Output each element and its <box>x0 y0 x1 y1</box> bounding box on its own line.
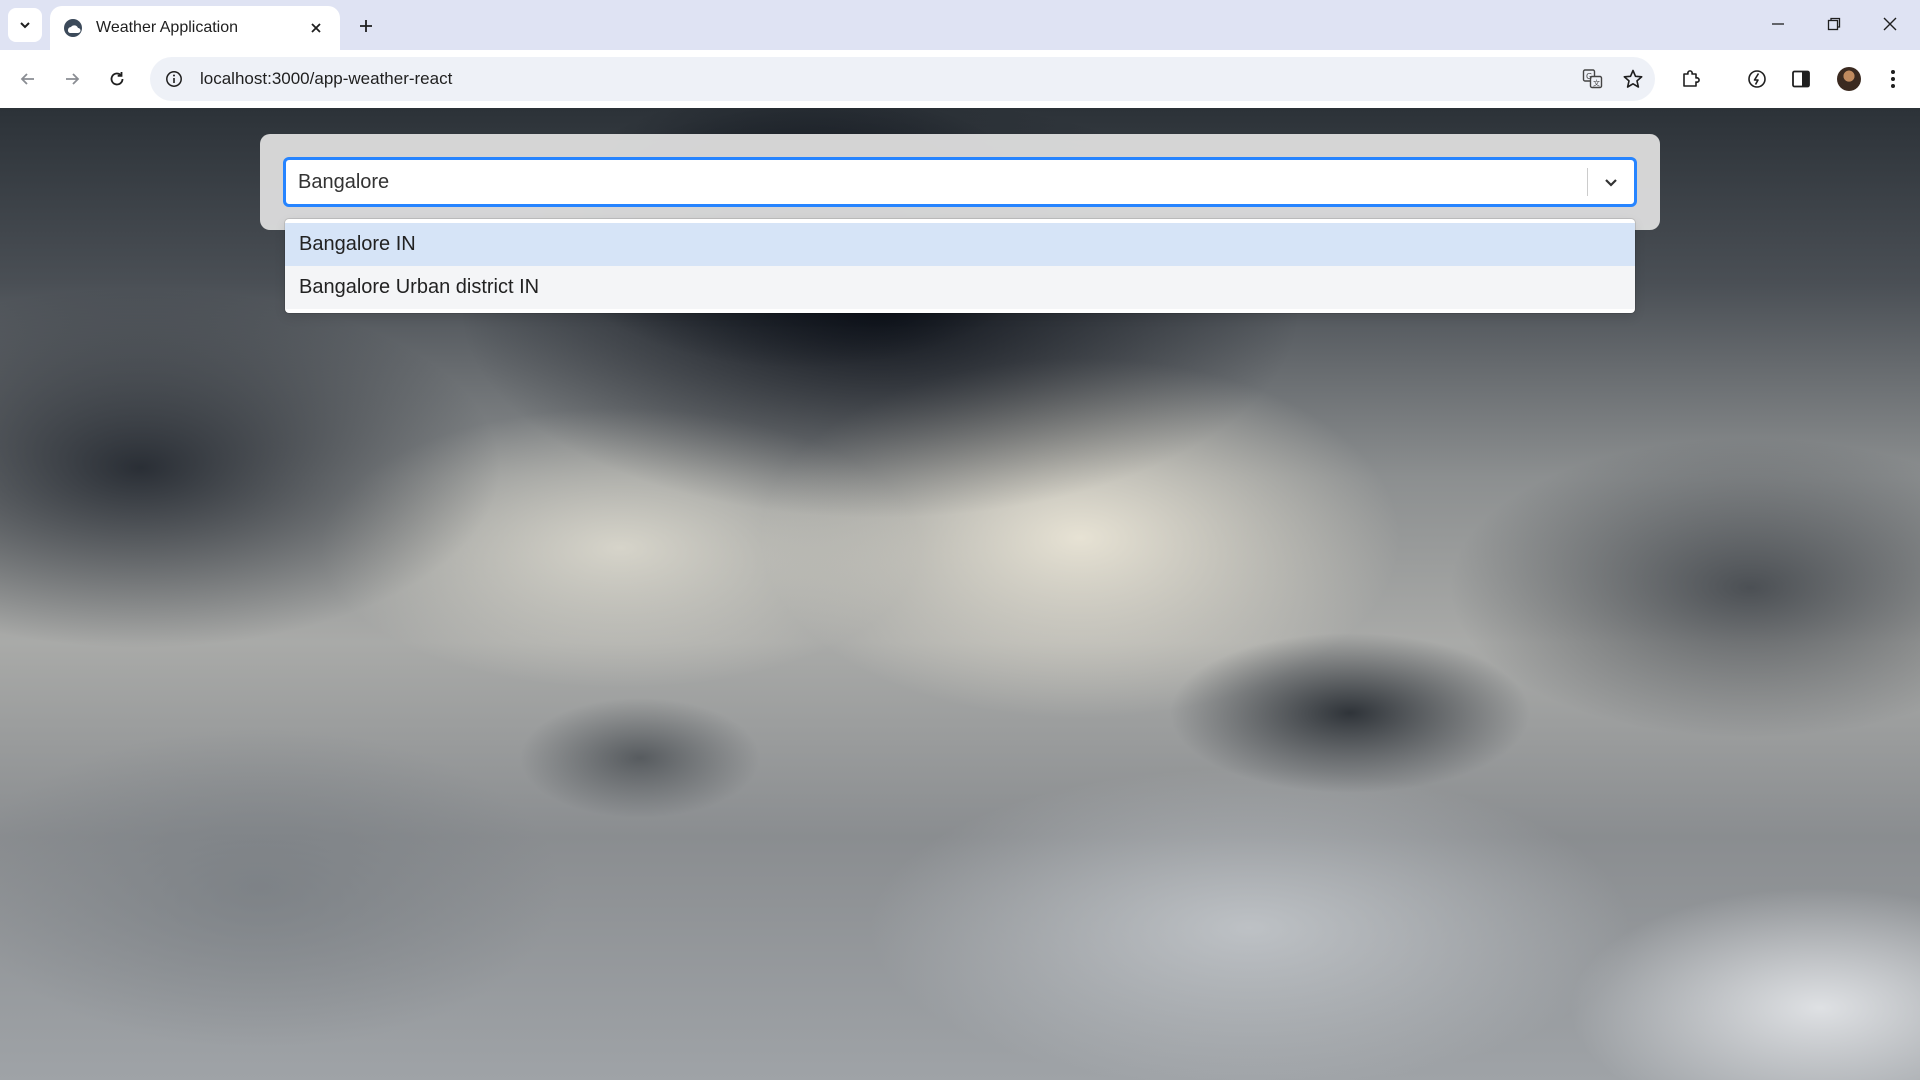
browser-menu-button[interactable] <box>1875 61 1911 97</box>
arrow-left-icon <box>20 73 34 85</box>
info-icon <box>166 71 182 87</box>
arrow-right-icon <box>66 73 80 85</box>
tab-close-button[interactable] <box>304 16 328 40</box>
cloud-icon <box>62 17 84 39</box>
svg-text:文: 文 <box>1593 79 1600 88</box>
url-text[interactable]: localhost:3000/app-weather-react <box>200 69 1575 89</box>
chevron-down-icon <box>1605 179 1617 187</box>
dropdown-indicator[interactable] <box>1588 160 1634 204</box>
minimize-icon <box>1772 23 1784 25</box>
svg-text:G: G <box>1586 72 1592 81</box>
address-bar[interactable]: localhost:3000/app-weather-react G文 <box>150 57 1655 101</box>
city-search-input[interactable] <box>286 160 1587 204</box>
tab-search-button[interactable] <box>8 8 42 42</box>
puzzle-icon <box>1683 70 1700 87</box>
close-icon <box>1883 17 1897 31</box>
plus-icon <box>360 20 372 32</box>
city-search-select[interactable] <box>284 158 1636 206</box>
restore-button[interactable] <box>1806 0 1862 48</box>
active-tab[interactable]: Weather Application <box>50 6 340 50</box>
close-icon <box>311 23 321 33</box>
reload-icon <box>110 72 124 86</box>
star-icon <box>1623 69 1643 88</box>
site-info-button[interactable] <box>156 61 192 97</box>
forward-button[interactable] <box>54 61 90 97</box>
back-button[interactable] <box>10 61 46 97</box>
bookmark-button[interactable] <box>1615 61 1651 97</box>
city-suggestions-menu: Bangalore IN Bangalore Urban district IN <box>285 219 1635 313</box>
restore-icon <box>1827 17 1841 31</box>
side-panel-button[interactable] <box>1783 61 1819 97</box>
more-vertical-icon <box>1891 70 1895 88</box>
profile-button[interactable] <box>1831 61 1867 97</box>
translate-icon: G文 <box>1582 69 1603 89</box>
close-window-button[interactable] <box>1862 0 1918 48</box>
browser-toolbar: localhost:3000/app-weather-react G文 <box>0 50 1920 108</box>
tab-strip: Weather Application <box>0 0 1920 50</box>
speed-icon <box>1748 70 1766 88</box>
side-panel-icon <box>1792 70 1810 88</box>
new-tab-button[interactable] <box>350 10 382 42</box>
translate-button[interactable]: G文 <box>1575 61 1611 97</box>
performance-button[interactable] <box>1739 61 1775 97</box>
search-card <box>260 134 1660 230</box>
weather-app-page: Bangalore IN Bangalore Urban district IN <box>0 108 1920 1080</box>
city-option[interactable]: Bangalore Urban district IN <box>285 266 1635 309</box>
avatar <box>1837 67 1861 91</box>
tab-title: Weather Application <box>96 19 239 36</box>
city-option[interactable]: Bangalore IN <box>285 223 1635 266</box>
reload-button[interactable] <box>99 61 135 97</box>
chevron-down-icon <box>20 22 30 29</box>
extensions-button[interactable] <box>1673 61 1709 97</box>
minimize-button[interactable] <box>1750 0 1806 48</box>
